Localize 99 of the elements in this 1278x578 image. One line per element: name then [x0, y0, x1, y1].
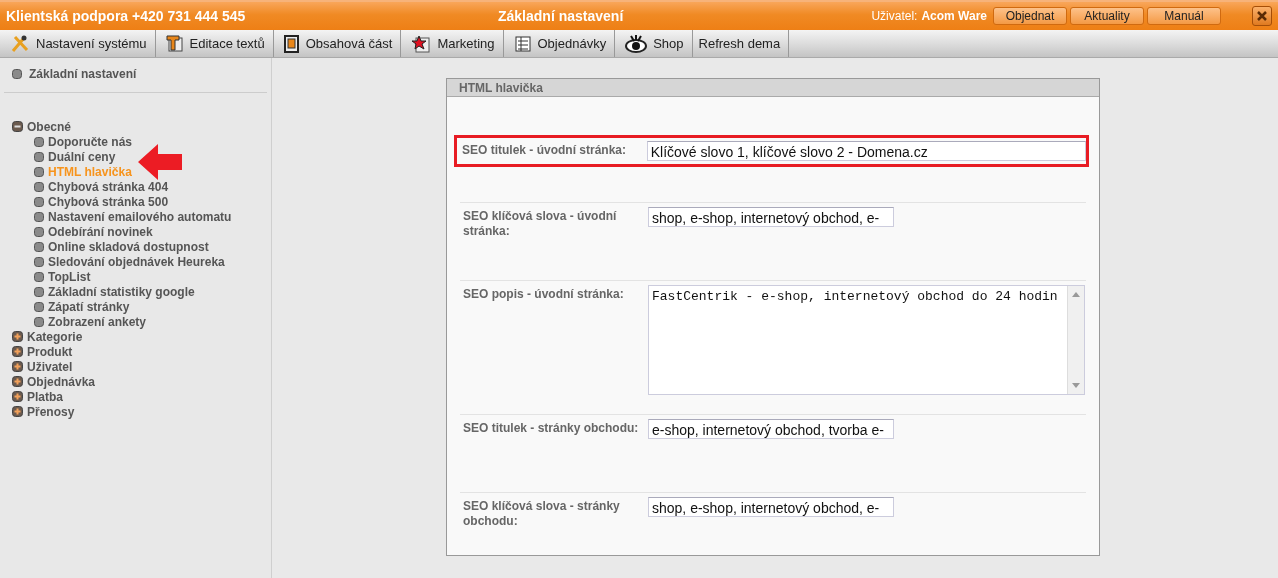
bullet-icon	[34, 241, 44, 252]
group-label: Obecné	[27, 119, 71, 134]
toolbar-button[interactable]: Obsahová část	[273, 30, 402, 57]
group-label: Přenosy	[27, 404, 75, 419]
toolbar-button[interactable]: Refresh dema	[692, 30, 790, 57]
textarea-text: FastCentrik - e-shop, internetový obchod do 24 hodin	[651, 288, 1059, 306]
tree-group[interactable]: Uživatel	[12, 359, 271, 374]
collapse-icon[interactable]	[12, 121, 23, 132]
tree-group[interactable]: Kategorie	[12, 329, 271, 344]
user-label: Uživatel:	[871, 9, 918, 23]
item-label: Základní nastavení	[29, 67, 137, 81]
text-icon	[165, 34, 184, 53]
expand-icon[interactable]	[12, 391, 23, 402]
bullet-icon	[34, 301, 44, 312]
tree-item[interactable]: Nastavení emailového automatu	[34, 209, 271, 224]
item-label: Základní statistiky google	[48, 284, 195, 299]
bullet-icon	[34, 271, 44, 282]
bullet-icon	[34, 316, 44, 327]
toolbar-button[interactable]: Editace textů	[155, 30, 274, 57]
pointer-arrow	[138, 144, 182, 180]
item-label: Online skladová dostupnost	[48, 239, 209, 254]
header-button[interactable]: Manuál	[1147, 7, 1221, 25]
tree-group[interactable]: Platba	[12, 389, 271, 404]
header-button[interactable]: Objednat	[993, 7, 1067, 25]
bullet-icon	[34, 151, 44, 162]
tree-group[interactable]: Produkt	[12, 344, 271, 359]
group-label: Produkt	[27, 344, 73, 359]
tree-item[interactable]: Základní statistiky google	[34, 284, 271, 299]
group-label: Kategorie	[27, 329, 83, 344]
tree-item[interactable]: Chybová stránka 404	[34, 179, 271, 194]
scroll-up-icon	[1072, 292, 1080, 297]
bullet-icon	[34, 196, 44, 207]
bullet-icon	[34, 211, 44, 222]
group-label: Platba	[27, 389, 63, 404]
bullet-icon	[34, 181, 44, 192]
tree-item[interactable]: Online skladová dostupnost	[34, 239, 271, 254]
window-title: Základní nastavení	[498, 8, 624, 24]
scroll-down-icon	[1072, 383, 1080, 388]
list-icon	[513, 34, 532, 53]
toolbar-button[interactable]: Shop	[615, 30, 693, 57]
bullet-icon	[34, 286, 44, 297]
tree-item[interactable]: Zápatí stránky	[34, 299, 271, 314]
input-field[interactable]: Klíčové slovo 1, klíčové slovo 2 - Domena.cz	[646, 141, 1086, 161]
toolbar-button[interactable]: Objednávky	[503, 30, 616, 57]
expand-icon[interactable]	[12, 406, 23, 417]
close-icon	[1256, 10, 1268, 22]
bullet-icon	[34, 226, 44, 237]
group-label: Objednávka	[27, 374, 96, 389]
bullet-icon	[34, 136, 44, 147]
item-label: Doporučte nás	[48, 134, 132, 149]
panel-title: HTML hlavička	[447, 79, 1099, 97]
star-icon	[411, 34, 432, 53]
expand-icon[interactable]	[12, 361, 23, 372]
tree-item[interactable]: TopList	[34, 269, 271, 284]
item-label: Chybová stránka 500	[48, 194, 169, 209]
scrollbar[interactable]	[1067, 286, 1084, 394]
bullet-icon	[34, 256, 44, 267]
eye-icon	[625, 34, 648, 53]
text-area[interactable]: FastCentrik - e-shop, internetový obchod do 24 hodin	[648, 285, 1085, 395]
bullet-icon	[34, 166, 44, 177]
tree-item[interactable]: Chybová stránka 500	[34, 194, 271, 209]
input-field[interactable]: shop, e-shop, internetový obchod, e-	[648, 497, 894, 517]
support-phone: Klientská podpora +420 731 444 545	[6, 8, 247, 24]
tree-group[interactable]: Obecné	[12, 119, 271, 134]
toolbar-button[interactable]: Nastavení systému	[0, 30, 156, 57]
sidebar-item[interactable]: Základní nastavení	[12, 66, 271, 82]
expand-icon[interactable]	[12, 331, 23, 342]
tree-group[interactable]: Přenosy	[12, 404, 271, 419]
tree-item[interactable]: Odebírání novinek	[34, 224, 271, 239]
item-label: Nastavení emailového automatu	[48, 209, 232, 224]
item-label: Duální ceny	[48, 149, 116, 164]
item-label: Zápatí stránky	[48, 299, 130, 314]
bullet-icon	[12, 69, 22, 79]
header-button[interactable]: Aktuality	[1070, 7, 1144, 25]
field-label: SEO klíčová slova - stránky obchodu:	[463, 498, 621, 529]
field-label: SEO klíčová slova - úvodní stránka:	[463, 208, 618, 239]
user-name: Acom Ware	[921, 9, 987, 23]
item-label: Sledování objednávek Heureka	[48, 254, 225, 269]
item-label: Odebírání novinek	[48, 224, 153, 239]
close-button[interactable]	[1252, 6, 1272, 26]
tree-item[interactable]: Sledování objednávek Heureka	[34, 254, 271, 269]
tree-item[interactable]: Duální ceny	[34, 149, 271, 164]
item-label: Zobrazení ankety	[48, 314, 147, 329]
tree-group[interactable]: Objednávka	[12, 374, 271, 389]
tree-item[interactable]: Doporučte nás	[34, 134, 271, 149]
field-label: SEO titulek - úvodní stránka:	[462, 142, 628, 158]
input-field[interactable]: e-shop, internetový obchod, tvorba e-	[648, 419, 894, 439]
expand-icon[interactable]	[12, 376, 23, 387]
input-field[interactable]: shop, e-shop, internetový obchod, e-	[648, 207, 894, 227]
group-label: Uživatel	[27, 359, 73, 374]
item-label: HTML hlavička	[48, 164, 132, 179]
field-label: SEO popis - úvodní stránka:	[463, 286, 625, 302]
expand-icon[interactable]	[12, 346, 23, 357]
toolbar-button[interactable]: Marketing	[401, 30, 504, 57]
item-label: Chybová stránka 404	[48, 179, 169, 194]
field-label: SEO titulek - stránky obchodu:	[463, 420, 640, 436]
document-icon	[283, 34, 300, 53]
item-label: TopList	[48, 269, 91, 284]
tree-item[interactable]: Zobrazení ankety	[34, 314, 271, 329]
